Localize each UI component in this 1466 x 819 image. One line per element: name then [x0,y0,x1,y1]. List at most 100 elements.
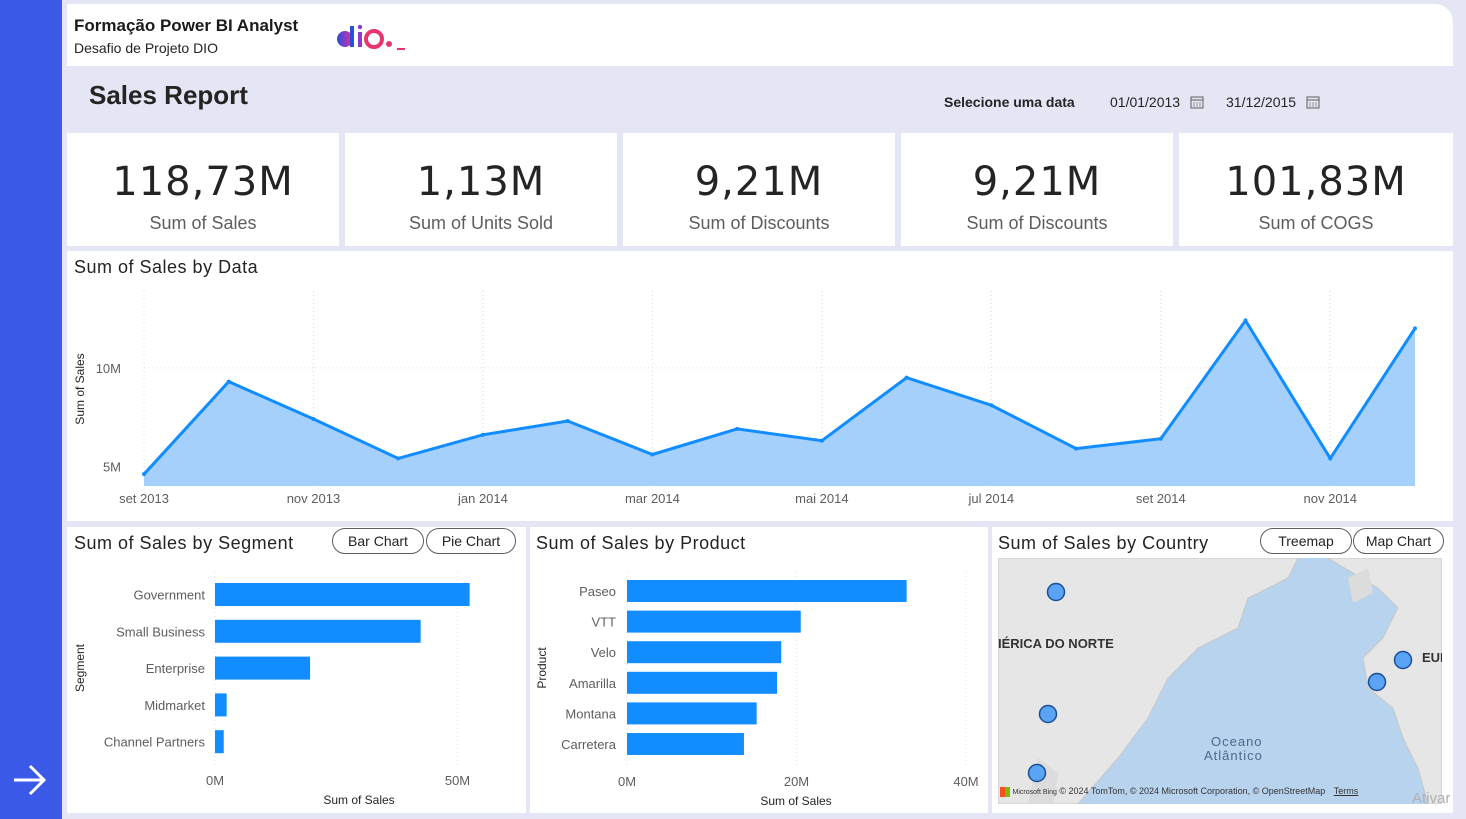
x-axis-title: Sum of Sales [760,794,831,808]
date-start-input[interactable]: 01/01/2013 [1110,88,1204,116]
map-label-ocean: Oceano [1211,734,1263,749]
category-label: Carretera [561,737,617,752]
attribution-text[interactable]: © 2024 TomTom, © 2024 Microsoft Corporat… [1059,786,1325,796]
bar [215,730,224,754]
area-fill [144,320,1415,486]
x-tick-label: 0M [618,774,636,789]
x-tick-label: 20M [784,774,809,789]
category-label: Channel Partners [104,735,206,750]
data-point [1243,318,1248,323]
data-point [226,379,231,384]
data-point [735,426,740,431]
kpi-value: 101,83M [1225,159,1407,205]
dio-logo-icon [337,24,405,50]
date-slicer-label: Selecione uma data [944,94,1075,110]
sales-by-segment-chart[interactable]: 0M 50M Government Small Business Enterprise M… [67,527,526,813]
kpi-card-discounts[interactable]: 9,21M Sum of Discounts [623,133,895,246]
category-label: Small Business [116,624,205,639]
bar [627,702,757,725]
x-tick-label: mai 2014 [795,491,848,506]
kpi-label: Sum of Discounts [688,213,830,233]
sidebar [0,0,62,819]
x-tick-label: mar 2014 [625,491,680,506]
map-label-europe: EUI [1422,650,1442,665]
data-point [989,403,994,408]
date-end-value: 31/12/2015 [1226,94,1297,110]
category-label: Velo [591,645,616,660]
calendar-icon[interactable] [1190,95,1204,109]
y-axis-title: Sum of Sales [73,353,87,424]
kpi-label: Sum of Units Sold [408,213,554,233]
data-point [1413,326,1417,331]
category-label: Enterprise [146,661,205,676]
brand-title: Formação Power BI Analyst [74,16,299,35]
bing-credit: Microsoft Bing [1012,789,1057,796]
treemap-button[interactable]: Treemap [1260,528,1352,554]
x-axis-title: Sum of Sales [323,793,394,807]
sales-map[interactable]: IÉRICA DO NORTE EUI Oceano Atlântico [998,558,1442,804]
x-tick-label: 50M [445,773,470,788]
map-marker[interactable] [1367,672,1387,692]
category-label: Amarilla [569,676,617,691]
data-point [142,472,146,477]
data-point [904,375,909,380]
x-tick-label: nov 2013 [287,491,341,506]
map-marker[interactable] [1027,763,1047,783]
category-label: VTT [591,615,616,630]
bar [215,619,421,643]
x-tick-label: set 2014 [1136,491,1186,506]
y-axis-title: Segment [73,643,87,692]
bar [627,641,782,664]
data-point [1328,456,1333,461]
kpi-value: 118,73M [112,159,294,205]
data-point [396,456,401,461]
map-marker[interactable] [1046,582,1066,602]
kpi-card-sales[interactable]: 118,73M Sum of Sales [67,133,339,246]
map-label-atlantic: Atlântico [1204,748,1263,763]
kpi-label: Sum of Discounts [966,213,1108,233]
bar [627,610,801,633]
map-chart-button[interactable]: Map Chart [1353,528,1444,554]
x-tick-label: set 2013 [119,491,169,506]
category-label: Midmarket [144,698,205,713]
kpi-card-cogs[interactable]: 101,83M Sum of COGS [1179,133,1453,246]
date-end-input[interactable]: 31/12/2015 [1226,88,1320,116]
category-label: Government [133,588,205,603]
data-point [480,432,485,437]
x-tick-label: 0M [206,773,224,788]
x-tick-label: jul 2014 [968,491,1015,506]
kpi-value: 1,13M [416,159,546,205]
y-tick-label: 5M [103,459,121,474]
kpi-label: Sum of Sales [149,213,257,233]
date-start-value: 01/01/2013 [1110,94,1181,110]
kpi-card-units-sold[interactable]: 1,13M Sum of Units Sold [345,133,617,246]
data-point [650,452,655,457]
page-title: Sales Report [89,80,248,110]
bar [215,583,470,606]
y-tick-label: 10M [96,361,121,376]
panel-title: Sum of Sales by Country [998,533,1209,553]
data-point [819,438,824,443]
bar [215,656,311,680]
x-tick-label: 40M [953,774,978,789]
kpi-value: 9,21M [972,159,1102,205]
terms-link[interactable]: Terms [1334,786,1359,796]
bar [627,671,778,694]
map-markers [1027,582,1413,783]
map-marker[interactable] [1393,650,1413,670]
map-label-north-america: IÉRICA DO NORTE [998,636,1114,651]
sales-by-product-chart[interactable]: 0M 20M 40M Paseo VTT Velo Amarilla Montana Carre… [530,527,988,813]
calendar-icon[interactable] [1306,95,1320,109]
bar [215,693,227,717]
kpi-card-discounts-2[interactable]: 9,21M Sum of Discounts [901,133,1173,246]
arrow-right-icon[interactable] [10,760,50,800]
activation-watermark: Ativar [1412,790,1451,807]
bar [627,733,744,755]
category-label: Montana [565,706,616,721]
brand-subtitle: Desafio de Projeto DIO [74,40,218,56]
map-marker[interactable] [1038,704,1058,724]
microsoft-logo-icon [1000,786,1010,797]
x-tick-label: nov 2014 [1304,491,1358,506]
category-label: Paseo [579,584,616,599]
sales-by-date-chart[interactable]: set 2013 nov 2013 jan 2014 mar 2014 mai 2014… [67,251,1453,521]
